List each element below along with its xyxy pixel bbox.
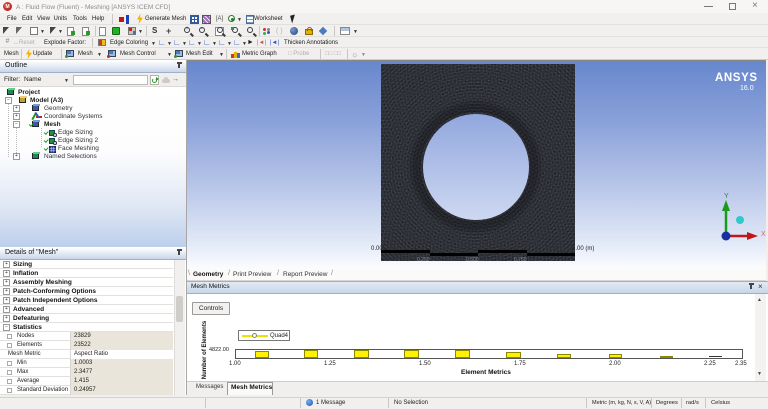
svg-text:Y: Y bbox=[724, 193, 729, 200]
svg-text:X: X bbox=[761, 231, 766, 238]
